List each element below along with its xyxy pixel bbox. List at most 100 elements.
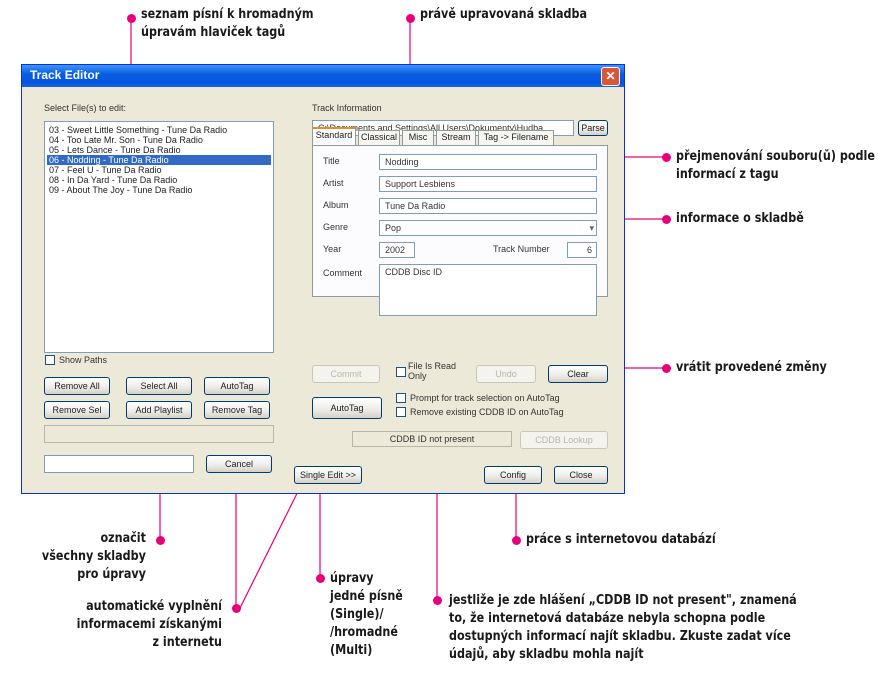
cancel-button[interactable]: Cancel xyxy=(206,455,272,473)
annotation-select-all: označit všechny skladby pro úpravy xyxy=(42,530,146,584)
cddb-status-field: CDDB ID not present xyxy=(352,431,512,447)
read-only-label: File Is Read Only xyxy=(408,361,457,381)
annotation-line: (Multi) xyxy=(330,643,373,658)
annotation-line: informacemi získanými xyxy=(76,617,222,632)
annotation-rename: přejmenování souboru(ů) podle informací … xyxy=(676,148,875,184)
remove-cddb-checkbox[interactable] xyxy=(396,407,406,417)
single-edit-button[interactable]: Single Edit >> xyxy=(294,466,362,484)
clear-button[interactable]: Clear xyxy=(548,365,608,383)
annotation-line: to, že internetová databáze nebyla schop… xyxy=(449,611,766,626)
prompt-label: Prompt for track selection on AutoTag xyxy=(410,393,560,403)
annotation-line: jedné písně xyxy=(330,589,403,604)
annotation-line: údajů, aby skladbu mohla najít xyxy=(449,647,644,662)
annotation-line: všechny skladby xyxy=(41,549,146,564)
select-files-label: Select File(s) to edit: xyxy=(44,103,127,113)
annotation-cddb-note: jestliže je zde hlášení „CDDB ID not pre… xyxy=(449,592,797,664)
dot-select-all xyxy=(156,536,165,545)
track-list[interactable]: 03 - Sweet Little Something - Tune Da Ra… xyxy=(44,121,274,353)
remove-cddb-label: Remove existing CDDB ID on AutoTag xyxy=(410,407,564,417)
track-information-label: Track Information xyxy=(312,103,382,113)
show-paths-label: Show Paths xyxy=(59,355,108,365)
cddb-lookup-button[interactable]: CDDB Lookup xyxy=(520,431,608,449)
read-only-checkbox[interactable] xyxy=(396,367,406,377)
track-editor-window: Track Editor ✕ Select File(s) to edit: 0… xyxy=(21,64,625,494)
annotation-current-track: právě upravovaná skladba xyxy=(420,6,587,24)
artist-label: Artist xyxy=(323,178,344,188)
dot-single-multi xyxy=(316,574,325,583)
annotation-line: automatické vyplnění xyxy=(86,599,223,614)
select-all-button[interactable]: Select All xyxy=(126,377,192,395)
list-item[interactable]: 09 - About The Joy - Tune Da Radio xyxy=(47,185,192,195)
dot-internet-db xyxy=(512,536,521,545)
annotation-line: práce s internetovou databází xyxy=(526,532,716,547)
annotation-line: úpravy xyxy=(330,571,374,586)
list-item[interactable]: 05 - Lets Dance - Tune Da Radio xyxy=(47,145,181,155)
tab-standard[interactable]: Standard xyxy=(312,127,356,146)
remove-tag-button[interactable]: Remove Tag xyxy=(204,401,270,419)
dot-rename xyxy=(662,153,671,162)
dot-cddb-note xyxy=(433,596,442,605)
tab-tag-to-filename[interactable]: Tag -> Filename xyxy=(478,130,554,145)
autotag-button[interactable]: AutoTag xyxy=(204,377,270,395)
config-button[interactable]: Config xyxy=(484,466,542,484)
title-bar: Track Editor ✕ xyxy=(22,65,624,87)
autotag-mid-button[interactable]: AutoTag xyxy=(312,397,382,419)
annotation-line: přejmenování souboru(ů) podle xyxy=(676,149,875,164)
annotation-line: informace o skladbě xyxy=(676,211,804,226)
annotation-revert: vrátit provedené změny xyxy=(676,359,827,377)
show-paths-checkbox[interactable] xyxy=(45,355,55,365)
annotation-line: (Single)/ xyxy=(330,607,384,622)
filter-input[interactable] xyxy=(44,455,194,473)
progress-bar xyxy=(44,425,274,443)
chevron-down-icon[interactable]: ▾ xyxy=(589,221,594,235)
album-input[interactable]: Tune Da Radio xyxy=(379,198,597,214)
annotation-line: z internetu xyxy=(152,635,222,650)
add-playlist-button[interactable]: Add Playlist xyxy=(126,401,192,419)
list-item[interactable]: 03 - Sweet Little Something - Tune Da Ra… xyxy=(47,125,227,135)
title-label: Title xyxy=(323,156,340,166)
dot-current-track xyxy=(406,14,415,23)
annotation-line: dostupných informací najít skladbu. Zkus… xyxy=(449,629,791,644)
year-input[interactable]: 2002 xyxy=(379,242,415,258)
genre-value: Pop xyxy=(385,223,402,233)
tab-misc[interactable]: Misc xyxy=(402,130,434,145)
genre-select[interactable]: Pop ▾ xyxy=(379,220,597,236)
annotation-line: právě upravovaná skladba xyxy=(420,7,588,22)
annotation-line: vrátit provedené změny xyxy=(676,360,827,375)
parse-button[interactable]: Parse xyxy=(578,120,608,136)
prompt-checkbox[interactable] xyxy=(396,393,406,403)
remove-sel-button[interactable]: Remove Sel xyxy=(44,401,110,419)
annotation-internet-db: práce s internetovou databází xyxy=(526,531,716,549)
track-number-input[interactable]: 6 xyxy=(567,242,597,258)
list-item[interactable]: 08 - In Da Yard - Tune Da Radio xyxy=(47,175,177,185)
standard-tab-panel: Title Nodding Artist Support Lesbiens Al… xyxy=(312,145,608,316)
annotation-single-multi: úpravy jedné písně (Single)/ /hromadné (… xyxy=(330,570,403,660)
list-item-selected[interactable]: 06 - Nodding - Tune Da Radio xyxy=(47,155,271,165)
dot-song-list xyxy=(127,14,136,23)
commit-button[interactable]: Commit xyxy=(312,365,380,383)
track-number-label: Track Number xyxy=(493,244,550,254)
artist-input[interactable]: Support Lesbiens xyxy=(379,176,597,192)
list-item[interactable]: 07 - Feel U - Tune Da Radio xyxy=(47,165,162,175)
window-title: Track Editor xyxy=(30,68,100,82)
tab-classical[interactable]: Classical xyxy=(358,130,400,145)
annotation-line: úpravám hlaviček tagů xyxy=(141,25,286,40)
title-input[interactable]: Nodding xyxy=(379,154,597,170)
dot-revert xyxy=(662,364,671,373)
album-label: Album xyxy=(323,200,349,210)
comment-label: Comment xyxy=(323,268,363,278)
list-item[interactable]: 04 - Too Late Mr. Son - Tune Da Radio xyxy=(47,135,203,145)
undo-button[interactable]: Undo xyxy=(476,365,536,383)
year-label: Year xyxy=(323,244,342,254)
annotation-track-info: informace o skladbě xyxy=(676,210,804,228)
tab-stream[interactable]: Stream xyxy=(436,130,476,145)
genre-label: Genre xyxy=(323,222,349,232)
remove-all-button[interactable]: Remove All xyxy=(44,377,110,395)
annotation-line: informací z tagu xyxy=(676,167,779,182)
close-button[interactable]: Close xyxy=(554,466,608,484)
dot-autotag xyxy=(232,604,241,613)
close-window-icon[interactable]: ✕ xyxy=(601,67,620,86)
dot-track-info xyxy=(662,215,671,224)
comment-input[interactable]: CDDB Disc ID xyxy=(379,264,597,316)
annotation-song-list: seznam písní k hromadným úpravám hlaviče… xyxy=(141,6,314,42)
